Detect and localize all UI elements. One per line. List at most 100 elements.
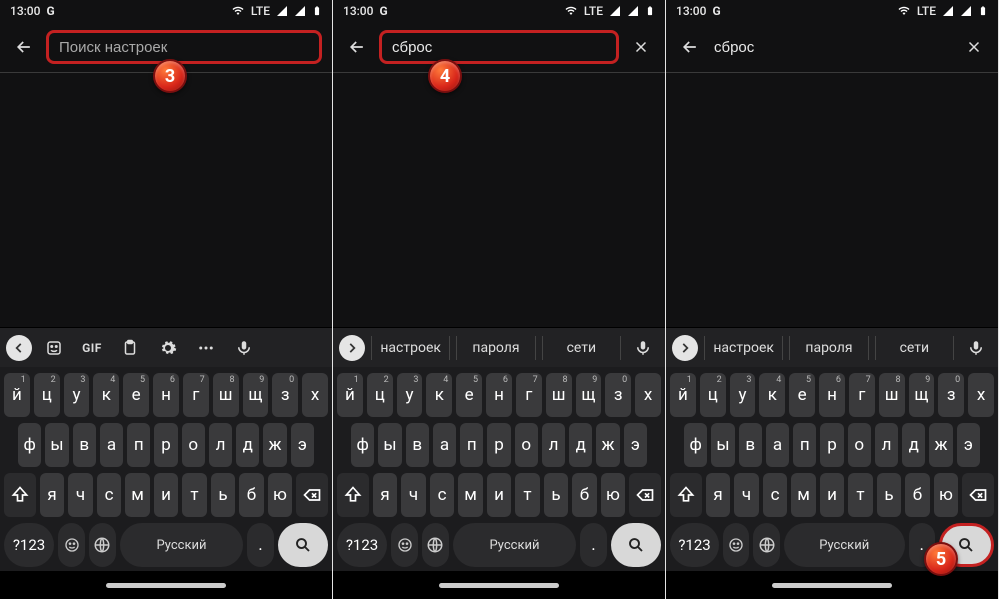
key-ы[interactable]: ы — [711, 423, 734, 467]
key-б[interactable]: б — [239, 473, 263, 517]
key-л[interactable]: л — [209, 423, 232, 467]
language-key[interactable] — [89, 523, 116, 567]
key-ц[interactable]: ц2 — [34, 373, 60, 417]
search-box[interactable] — [46, 30, 322, 64]
key-ж[interactable]: ж — [929, 423, 952, 467]
key-н[interactable]: н6 — [153, 373, 179, 417]
key-й[interactable]: й1 — [337, 373, 363, 417]
suggestion-word[interactable]: сети — [542, 336, 621, 360]
key-к[interactable]: к4 — [759, 373, 785, 417]
key-у[interactable]: у3 — [64, 373, 90, 417]
suggestion-word[interactable]: пароля — [789, 336, 868, 360]
key-й[interactable]: й1 — [4, 373, 30, 417]
key-и[interactable]: и — [154, 473, 178, 517]
key-н[interactable]: н6 — [486, 373, 512, 417]
back-button[interactable] — [343, 33, 371, 61]
key-с[interactable]: с — [763, 473, 787, 517]
key-щ[interactable]: щ9 — [243, 373, 269, 417]
key-п[interactable]: п — [127, 423, 150, 467]
period-key[interactable]: . — [247, 523, 274, 567]
dots-icon[interactable] — [190, 332, 222, 364]
key-у[interactable]: у3 — [397, 373, 423, 417]
search-input[interactable] — [712, 38, 952, 57]
key-а[interactable]: а — [433, 423, 456, 467]
key-н[interactable]: н6 — [819, 373, 845, 417]
key-й[interactable]: й1 — [670, 373, 696, 417]
key-з[interactable]: з0 — [605, 373, 631, 417]
nav-handle[interactable] — [106, 583, 226, 588]
key-ж[interactable]: ж — [263, 423, 286, 467]
key-г[interactable]: г7 — [849, 373, 875, 417]
key-ю[interactable]: ю — [601, 473, 625, 517]
period-key[interactable]: . — [580, 523, 607, 567]
collapse-toolbar-button[interactable] — [6, 335, 32, 361]
expand-toolbar-button[interactable] — [339, 335, 365, 361]
clipboard-icon[interactable] — [114, 332, 146, 364]
key-ш[interactable]: ш8 — [879, 373, 905, 417]
key-ю[interactable]: ю — [934, 473, 958, 517]
key-с[interactable]: с — [430, 473, 454, 517]
sticker-icon[interactable] — [38, 332, 70, 364]
shift-key[interactable] — [670, 473, 702, 517]
nav-handle[interactable] — [772, 583, 892, 588]
space-key[interactable]: Русский — [120, 523, 243, 567]
key-в[interactable]: в — [739, 423, 762, 467]
key-ы[interactable]: ы — [45, 423, 68, 467]
key-з[interactable]: з0 — [272, 373, 298, 417]
backspace-key[interactable] — [629, 473, 661, 517]
key-о[interactable]: о — [515, 423, 538, 467]
key-т[interactable]: т — [515, 473, 539, 517]
key-б[interactable]: б — [905, 473, 929, 517]
key-а[interactable]: а — [100, 423, 123, 467]
suggestion-word[interactable]: сети — [875, 336, 954, 360]
key-я[interactable]: я — [373, 473, 397, 517]
symbols-key[interactable]: ?123 — [337, 523, 387, 567]
symbols-key[interactable]: ?123 — [4, 523, 54, 567]
backspace-key[interactable] — [296, 473, 328, 517]
key-е[interactable]: е5 — [123, 373, 149, 417]
key-г[interactable]: г7 — [183, 373, 209, 417]
nav-handle[interactable] — [439, 583, 559, 588]
back-button[interactable] — [10, 33, 38, 61]
key-о[interactable]: о — [182, 423, 205, 467]
key-в[interactable]: в — [73, 423, 96, 467]
emoji-key[interactable] — [58, 523, 85, 567]
key-ц[interactable]: ц2 — [700, 373, 726, 417]
search-box[interactable] — [379, 30, 619, 64]
key-ш[interactable]: ш8 — [546, 373, 572, 417]
key-м[interactable]: м — [791, 473, 815, 517]
language-key[interactable] — [422, 523, 449, 567]
gif-icon[interactable]: GIF — [76, 332, 108, 364]
search-enter-key[interactable] — [278, 523, 328, 567]
key-к[interactable]: к4 — [426, 373, 452, 417]
key-т[interactable]: т — [848, 473, 872, 517]
key-ь[interactable]: ь — [211, 473, 235, 517]
key-э[interactable]: э — [957, 423, 980, 467]
search-input[interactable] — [390, 38, 608, 57]
key-к[interactable]: к4 — [93, 373, 119, 417]
key-б[interactable]: б — [572, 473, 596, 517]
key-ч[interactable]: ч — [734, 473, 758, 517]
key-х[interactable]: х — [302, 373, 328, 417]
mic-icon[interactable] — [960, 332, 992, 364]
key-р[interactable]: р — [487, 423, 510, 467]
key-д[interactable]: д — [569, 423, 592, 467]
key-г[interactable]: г7 — [516, 373, 542, 417]
suggestion-word[interactable]: настроек — [704, 336, 783, 360]
key-е[interactable]: е5 — [789, 373, 815, 417]
shift-key[interactable] — [337, 473, 369, 517]
key-д[interactable]: д — [236, 423, 259, 467]
symbols-key[interactable]: ?123 — [670, 523, 719, 567]
mic-icon[interactable] — [627, 332, 659, 364]
expand-toolbar-button[interactable] — [672, 335, 698, 361]
key-я[interactable]: я — [706, 473, 730, 517]
key-л[interactable]: л — [875, 423, 898, 467]
key-о[interactable]: о — [848, 423, 871, 467]
key-ф[interactable]: ф — [351, 423, 374, 467]
key-х[interactable]: х — [968, 373, 994, 417]
language-key[interactable] — [753, 523, 779, 567]
key-х[interactable]: х — [635, 373, 661, 417]
emoji-key[interactable] — [723, 523, 749, 567]
search-input[interactable] — [57, 38, 311, 57]
key-ю[interactable]: ю — [268, 473, 292, 517]
